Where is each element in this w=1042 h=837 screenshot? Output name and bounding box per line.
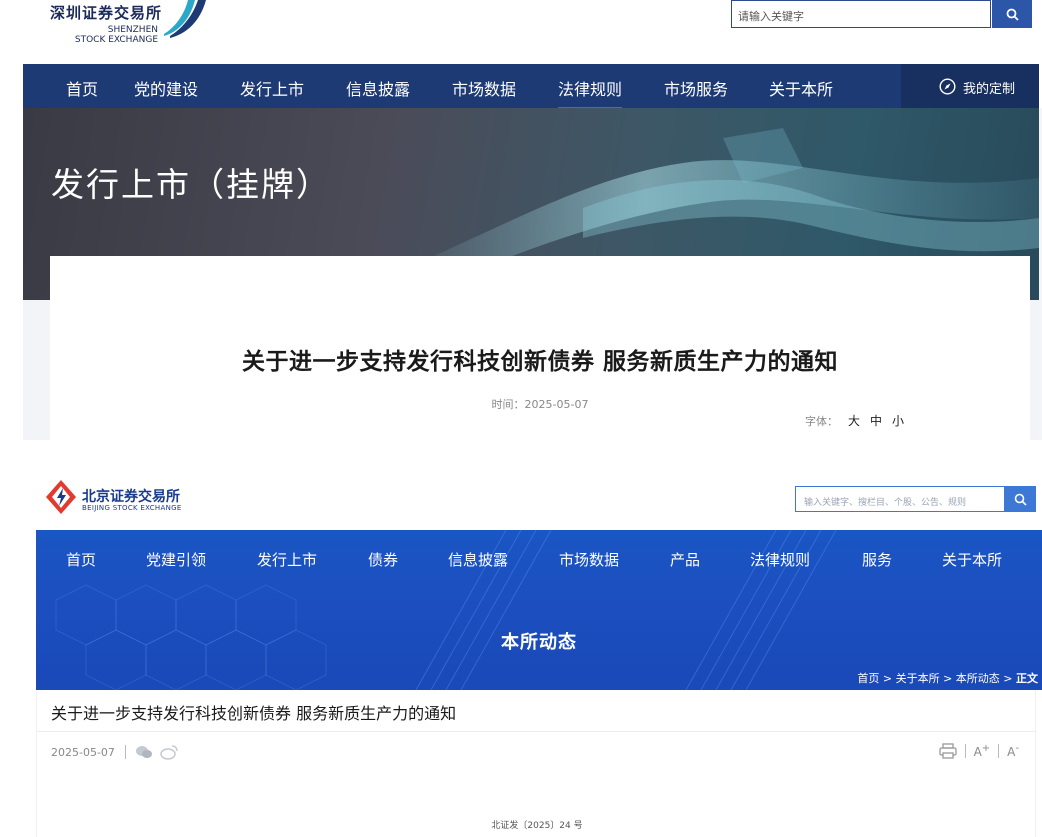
breadcrumb-current: 正文 xyxy=(1016,672,1038,685)
szse-article-title: 关于进一步支持发行科技创新债券 服务新质生产力的通知 xyxy=(241,349,838,375)
bse-hero-title: 本所动态 xyxy=(501,632,577,653)
bse-article-tools: A+ A- xyxy=(938,743,1019,759)
bse-article-date: 2025-05-07 xyxy=(51,746,115,759)
szse-nav-listing[interactable]: 发行上市 xyxy=(240,76,304,100)
weibo-icon[interactable] xyxy=(160,744,178,760)
szse-nav-services[interactable]: 市场服务 xyxy=(664,76,728,100)
szse-nav-disclosure[interactable]: 信息披露 xyxy=(346,76,410,100)
font-increase-button[interactable]: A+ xyxy=(974,743,991,759)
bse-nav-listing[interactable]: 发行上市 xyxy=(257,549,317,570)
szse-font-label: 字体： xyxy=(805,415,838,428)
bse-nav-home[interactable]: 首页 xyxy=(66,549,96,570)
szse-main-nav: 首页 党的建设 发行上市 信息披露 市场数据 法律规则 市场服务 关于本所 我的… xyxy=(23,64,1039,110)
divider xyxy=(37,731,1037,732)
divider xyxy=(964,744,966,758)
font-increase-sup: + xyxy=(981,743,991,754)
font-decrease-sup: - xyxy=(1015,743,1019,754)
bse-hero-banner: 首页 党建引领 发行上市 债券 信息披露 市场数据 产品 法律规则 服务 关于本… xyxy=(36,530,1042,690)
szse-my-custom-label: 我的定制 xyxy=(963,82,1016,97)
search-icon xyxy=(1006,8,1019,21)
bse-search-button[interactable] xyxy=(1005,486,1036,512)
szse-page: 深圳证券交易所 SHENZHEN STOCK EXCHANGE 请输入关键字 首… xyxy=(0,0,1042,440)
breadcrumb-path[interactable]: 首页 > 关于本所 > 本所动态 > xyxy=(857,672,1016,685)
szse-header: 深圳证券交易所 SHENZHEN STOCK EXCHANGE 请输入关键字 xyxy=(0,0,1042,64)
bse-nav-party[interactable]: 党建引领 xyxy=(146,549,206,570)
divider xyxy=(998,744,1000,758)
szse-nav-rules[interactable]: 法律规则 xyxy=(558,76,623,110)
szse-banner-title: 发行上市（挂牌） xyxy=(51,165,331,204)
szse-nav-party[interactable]: 党的建设 xyxy=(134,76,198,100)
szse-nav-home[interactable]: 首页 xyxy=(66,76,98,100)
szse-logo-en: SHENZHEN STOCK EXCHANGE xyxy=(50,25,158,45)
szse-logo-en-line1: SHENZHEN xyxy=(107,25,158,35)
printer-icon[interactable] xyxy=(938,743,957,759)
szse-font-size-control: 字体： 大中小 xyxy=(805,412,904,429)
szse-article-card: 关于进一步支持发行科技创新债券 服务新质生产力的通知 时间：2025-05-07… xyxy=(50,256,1030,440)
compass-icon xyxy=(939,78,956,95)
bse-logo-en: BEIJING STOCK EXCHANGE xyxy=(82,504,182,512)
szse-search-input[interactable]: 请输入关键字 xyxy=(731,0,991,28)
bse-nav-products[interactable]: 产品 xyxy=(670,549,700,570)
szse-font-small-button[interactable]: 小 xyxy=(892,414,904,428)
szse-font-medium-button[interactable]: 中 xyxy=(870,414,882,428)
bse-nav-bonds[interactable]: 债券 xyxy=(368,549,398,570)
bse-article-title: 关于进一步支持发行科技创新债券 服务新质生产力的通知 xyxy=(51,704,457,723)
bse-nav-about[interactable]: 关于本所 xyxy=(942,549,1002,570)
search-icon xyxy=(1014,493,1027,506)
szse-font-large-button[interactable]: 大 xyxy=(848,414,860,428)
bse-logo-cn: 北京证券交易所 xyxy=(82,489,180,505)
bse-nav-market-data[interactable]: 市场数据 xyxy=(559,549,619,570)
bse-search-input[interactable]: 输入关键字、搜栏目、个股、公告、规则 xyxy=(795,486,1005,512)
bse-logo-mark-icon[interactable] xyxy=(46,480,76,514)
szse-logo-mark-icon xyxy=(164,0,206,38)
szse-article-time: 时间：2025-05-07 xyxy=(491,398,589,411)
bse-article-card: 关于进一步支持发行科技创新债券 服务新质生产力的通知 2025-05-07 A+… xyxy=(36,690,1037,837)
divider xyxy=(125,745,126,759)
font-decrease-button[interactable]: A- xyxy=(1007,743,1019,759)
bse-nav-services[interactable]: 服务 xyxy=(862,549,892,570)
wechat-icon[interactable] xyxy=(135,744,153,760)
bse-nav-disclosure[interactable]: 信息披露 xyxy=(448,549,508,570)
bse-document-number: 北证发〔2025〕24 号 xyxy=(491,821,583,831)
bse-nav-rules[interactable]: 法律规则 xyxy=(750,549,810,570)
font-increase-label: A xyxy=(973,745,982,759)
szse-my-custom-button[interactable]: 我的定制 xyxy=(901,64,1039,108)
szse-logo-cn: 深圳证券交易所 xyxy=(50,4,163,22)
szse-nav-market-data[interactable]: 市场数据 xyxy=(452,76,516,100)
bse-page: 北京证券交易所 BEIJING STOCK EXCHANGE 输入关键字、搜栏目… xyxy=(0,462,1042,837)
szse-logo-en-line2: STOCK EXCHANGE xyxy=(74,35,158,45)
breadcrumb: 首页 > 关于本所 > 本所动态 > 正文 xyxy=(857,670,1038,686)
screenshot-gap xyxy=(0,440,1042,462)
szse-nav-about[interactable]: 关于本所 xyxy=(769,76,833,100)
szse-logo[interactable]: 深圳证券交易所 SHENZHEN STOCK EXCHANGE xyxy=(50,2,162,45)
szse-search-button[interactable] xyxy=(992,0,1032,28)
